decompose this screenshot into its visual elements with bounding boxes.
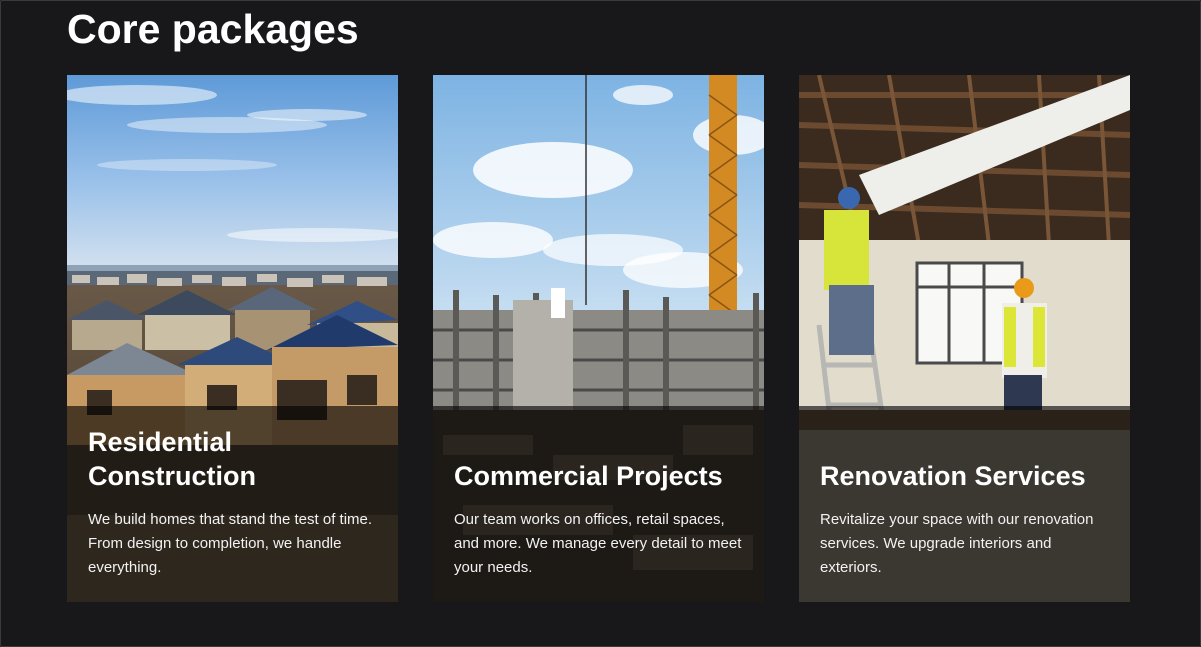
card-description: Revitalize your space with our renovatio… [820,511,1094,576]
package-card-renovation[interactable]: Renovation Services Revitalize your spac… [799,75,1130,602]
package-card-residential[interactable]: Residential Construction We build homes … [67,75,398,602]
package-card-commercial[interactable]: Commercial Projects Our team works on of… [433,75,764,602]
card-description: We build homes that stand the test of ti… [88,511,373,576]
section-title: Core packages [67,6,359,52]
card-description: Our team works on offices, retail spaces… [454,511,742,576]
card-title[interactable]: Renovation Services [820,459,1110,493]
card-title[interactable]: Commercial Projects [454,459,744,493]
card-title[interactable]: Residential Construction [88,425,378,493]
